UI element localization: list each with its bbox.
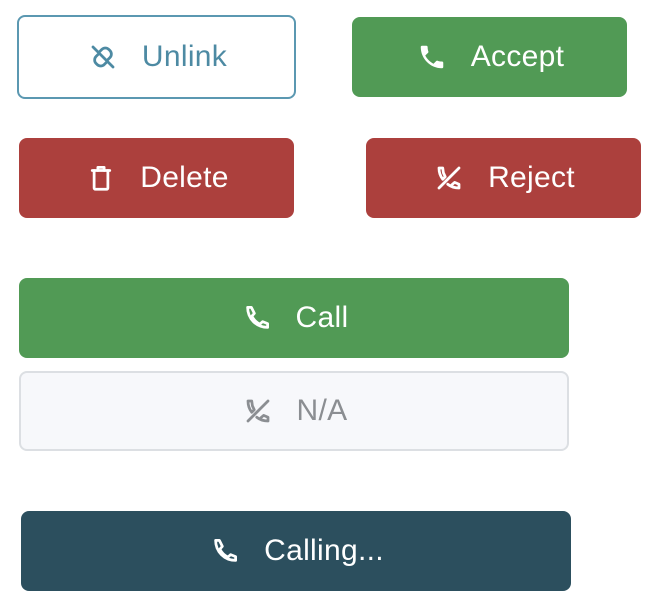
unlink-button[interactable]: Unlink: [17, 15, 296, 99]
reject-button[interactable]: Reject: [366, 138, 641, 218]
na-label: N/A: [296, 394, 348, 427]
unlink-icon: [86, 40, 120, 74]
trash-icon: [84, 161, 118, 195]
call-label: Call: [295, 301, 349, 334]
calling-label: Calling...: [264, 534, 384, 567]
reject-label: Reject: [488, 161, 575, 194]
delete-label: Delete: [140, 161, 229, 194]
delete-button[interactable]: Delete: [19, 138, 294, 218]
na-button[interactable]: N/A: [19, 371, 569, 451]
accept-label: Accept: [470, 40, 565, 73]
phone-icon: [240, 301, 274, 335]
phone-off-icon: [432, 161, 466, 195]
calling-button[interactable]: Calling...: [21, 511, 571, 591]
accept-button[interactable]: Accept: [352, 17, 627, 97]
unlink-label: Unlink: [141, 40, 228, 73]
call-button[interactable]: Call: [19, 278, 569, 358]
phone-icon: [415, 40, 449, 74]
phone-off-icon: [241, 394, 275, 428]
phone-icon: [208, 534, 242, 568]
